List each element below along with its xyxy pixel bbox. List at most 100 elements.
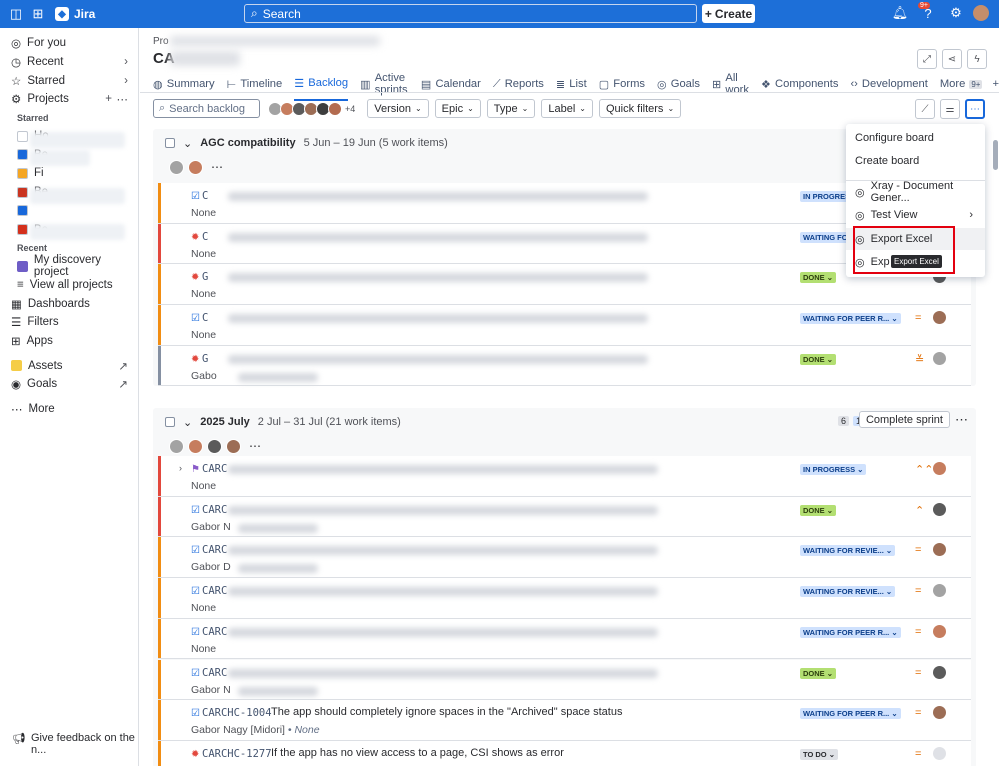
filter-label[interactable]: Label ⌄ bbox=[541, 99, 593, 118]
profile-avatar[interactable] bbox=[973, 5, 989, 21]
app-switcher-icon[interactable]: ⊞ bbox=[27, 6, 49, 22]
backlog-issue-row[interactable]: ✹ G Gabo DONE ⌄ ≚ bbox=[158, 345, 971, 387]
sidebar-item-dashboards[interactable]: ▦ Dashboards bbox=[0, 294, 138, 313]
backlog-issue-row[interactable]: ☑ CARC None WAITING FOR PEER R... ⌄ = bbox=[158, 618, 971, 660]
filter-version[interactable]: Version ⌄ bbox=[367, 99, 429, 118]
issue-key[interactable]: CARC bbox=[202, 626, 227, 638]
tab-list[interactable]: ≣ List bbox=[556, 72, 587, 101]
sidebar-item-filters[interactable]: ☰ Filters bbox=[0, 313, 138, 332]
chevron-right-icon[interactable]: › bbox=[179, 463, 182, 473]
sidebar-item-view-all-projects[interactable]: ≡ View all projects bbox=[0, 276, 138, 295]
tab-calendar[interactable]: ▤ Calendar bbox=[421, 72, 481, 101]
issue-key[interactable]: CARC bbox=[202, 504, 227, 516]
plus-icon[interactable]: + bbox=[992, 78, 999, 90]
add-project-icon[interactable]: + bbox=[105, 93, 112, 105]
sidebar-starred-project[interactable]: Fi bbox=[0, 164, 138, 183]
backlog-issue-row[interactable]: ☑ CARC Gabor N DONE ⌄ = bbox=[158, 659, 971, 701]
issue-key[interactable]: G bbox=[202, 353, 208, 365]
tab-summary[interactable]: ◍ Summary bbox=[153, 72, 215, 101]
more-icon[interactable]: ⋯ bbox=[211, 160, 223, 174]
chevron-down-icon[interactable]: ⌄ bbox=[183, 416, 192, 429]
backlog-issue-row[interactable]: ☑ CARCHC-1004 The app should completely i… bbox=[158, 700, 971, 741]
avatar[interactable] bbox=[188, 438, 203, 454]
issue-summary[interactable]: If the app has no view access to a page,… bbox=[271, 747, 564, 759]
scrollbar[interactable] bbox=[992, 108, 999, 766]
assignee-avatar[interactable] bbox=[933, 351, 946, 365]
more-avatars-count[interactable]: +4 bbox=[345, 104, 355, 114]
assignee-avatar[interactable] bbox=[933, 746, 946, 760]
view-settings-button[interactable]: ⚌ bbox=[940, 99, 960, 119]
more-icon[interactable]: ⋯ bbox=[117, 92, 129, 106]
menu-item-create-board[interactable]: Create board bbox=[846, 150, 985, 172]
backlog-issue-row[interactable]: ✹ CARCHC-1277 If the app has no view acce… bbox=[158, 740, 971, 766]
sidebar-toggle-icon[interactable]: ◫ bbox=[5, 6, 27, 22]
avatar[interactable] bbox=[169, 159, 184, 175]
jira-logo[interactable]: ◆ Jira bbox=[55, 7, 95, 21]
global-search-input[interactable]: ⌕ Search bbox=[244, 4, 697, 23]
issue-key[interactable]: G bbox=[202, 271, 208, 283]
give-feedback-link[interactable]: 📢︎ Give feedback on the n... bbox=[12, 732, 138, 756]
sidebar-item-starred[interactable]: ☆ Starred › bbox=[0, 71, 138, 90]
tab-backlog[interactable]: ☰ Backlog bbox=[294, 72, 349, 101]
tab-all-work[interactable]: ⊞ All work bbox=[712, 72, 749, 101]
status-lozenge[interactable]: TO DO ⌄ bbox=[800, 748, 838, 760]
sidebar-item-recent[interactable]: ◷ Recent › bbox=[0, 53, 138, 72]
menu-item-test-view[interactable]: ◎ Test View › bbox=[846, 204, 985, 226]
tab-goals[interactable]: ◎ Goals bbox=[657, 72, 700, 101]
issue-key[interactable]: CARC bbox=[202, 667, 227, 679]
breadcrumb[interactable]: Pro bbox=[153, 36, 169, 47]
assignee-avatar[interactable] bbox=[933, 624, 946, 638]
issue-key[interactable]: C bbox=[202, 231, 208, 243]
status-lozenge[interactable]: DONE ⌄ bbox=[800, 353, 837, 365]
sprint-checkbox[interactable] bbox=[165, 417, 175, 427]
issue-key[interactable]: CARCHC-1277 bbox=[202, 748, 272, 760]
issue-key[interactable]: CARC bbox=[202, 585, 227, 597]
sidebar-item-goals[interactable]: ◉ Goals ↗ bbox=[0, 375, 138, 394]
sidebar-item-for-you[interactable]: ◎ For you bbox=[0, 34, 138, 53]
sprint-checkbox[interactable] bbox=[165, 138, 175, 148]
avatar[interactable] bbox=[207, 438, 222, 454]
sidebar-item-apps[interactable]: ⊞ Apps bbox=[0, 332, 138, 351]
tab-active-sprints[interactable]: ▥ Active sprints bbox=[360, 72, 409, 101]
share-button[interactable]: ⋖ bbox=[942, 49, 962, 69]
assignee-avatar[interactable] bbox=[933, 502, 946, 516]
assignee-avatar[interactable] bbox=[933, 706, 946, 720]
create-button[interactable]: + Create bbox=[702, 4, 755, 23]
issue-key[interactable]: CARC bbox=[202, 544, 227, 556]
status-lozenge[interactable]: WAITING FOR PEER R... ⌄ bbox=[800, 313, 901, 325]
status-lozenge[interactable]: WAITING FOR PEER R... ⌄ bbox=[800, 626, 901, 638]
backlog-issue-row[interactable]: ☑ C None WAITING FOR PEER R... ⌄ = bbox=[158, 305, 971, 346]
avatar[interactable] bbox=[169, 438, 184, 454]
help-icon[interactable]: ? bbox=[917, 6, 939, 21]
avatar[interactable] bbox=[328, 101, 342, 116]
status-lozenge[interactable]: WAITING FOR REVIE... ⌄ bbox=[800, 545, 896, 557]
tab-more[interactable]: More 9+ + bbox=[940, 72, 999, 101]
sidebar-item-my-discovery-project[interactable]: My discovery project bbox=[0, 254, 138, 278]
backlog-issue-row[interactable]: ☑ CARC Gabor N DONE ⌄ ⌃ bbox=[158, 496, 971, 538]
filter-epic[interactable]: Epic ⌄ bbox=[434, 99, 481, 118]
bell-icon[interactable]: 🔔︎ bbox=[889, 5, 911, 21]
backlog-issue-row[interactable]: ☑ CARC None WAITING FOR REVIE... ⌄ = bbox=[158, 578, 971, 619]
scroll-thumb[interactable] bbox=[993, 140, 998, 170]
status-lozenge[interactable]: IN PROGRESS ⌄ bbox=[800, 464, 867, 475]
filter-type[interactable]: Type ⌄ bbox=[486, 99, 536, 118]
assignee-avatar[interactable] bbox=[933, 665, 946, 679]
search-backlog-input[interactable]: ⌕ Search backlog bbox=[153, 99, 260, 118]
issue-key[interactable]: C bbox=[202, 190, 208, 202]
sidebar-item-projects[interactable]: ⚙ Projects + ⋯ bbox=[0, 90, 138, 109]
sidebar-item-assets[interactable]: Assets ↗ bbox=[0, 356, 138, 375]
automation-button[interactable]: ϟ bbox=[967, 49, 987, 69]
avatar[interactable] bbox=[188, 159, 203, 175]
fullscreen-button[interactable]: ⤢ bbox=[917, 49, 937, 69]
backlog-issue-row[interactable]: › ⚑ CARC None IN PROGRESS ⌄ ⌃⌃ bbox=[158, 456, 971, 497]
tab-forms[interactable]: ▢ Forms bbox=[599, 72, 645, 101]
chevron-down-icon[interactable]: ⌄ bbox=[183, 137, 192, 150]
issue-key[interactable]: C bbox=[202, 312, 208, 324]
more-actions-button[interactable]: ⋯ bbox=[965, 99, 985, 119]
insights-button[interactable]: ⟋ bbox=[915, 99, 935, 119]
issue-key[interactable]: CARC bbox=[202, 463, 227, 475]
tab-reports[interactable]: ⟋ Reports bbox=[493, 72, 544, 101]
status-lozenge[interactable]: WAITING FOR REVIE... ⌄ bbox=[800, 586, 896, 598]
menu-item-xray-document-generator[interactable]: ◎ Xray - Document Gener... bbox=[846, 180, 985, 204]
status-lozenge[interactable]: DONE ⌄ bbox=[800, 504, 837, 516]
